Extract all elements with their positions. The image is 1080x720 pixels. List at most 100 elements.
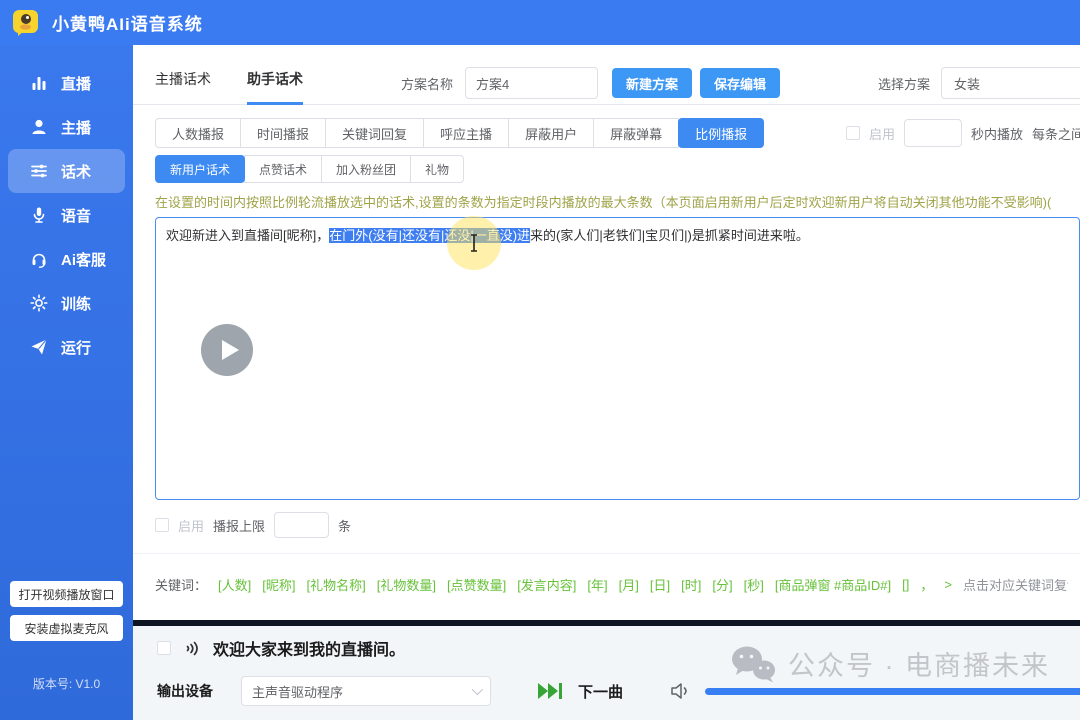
speech-tab-group: 新用户话术 点赞话术 加入粉丝团 礼物 xyxy=(155,155,464,183)
keyword-item[interactable]: > xyxy=(944,577,952,592)
keyword-item[interactable]: ， xyxy=(920,575,933,594)
script-text: 欢迎新进入到直播间[昵称]，在门外(没有|还没有|还没|一直没)进来的(家人们|… xyxy=(166,226,1069,246)
sidebar-item-live[interactable]: 直播 xyxy=(0,61,133,105)
paper-plane-icon xyxy=(30,338,48,356)
tab-keyword-reply[interactable]: 关键词回复 xyxy=(325,118,424,148)
keyword-item[interactable]: [分] xyxy=(712,575,732,594)
plan-name-input[interactable] xyxy=(465,67,598,99)
tab-gift[interactable]: 礼物 xyxy=(410,155,464,183)
chevron-down-icon xyxy=(472,684,483,695)
keyword-item[interactable]: [时] xyxy=(681,575,701,594)
keyword-item[interactable]: [月] xyxy=(619,575,639,594)
section-divider xyxy=(133,553,1080,554)
sidebar-item-label: 运行 xyxy=(61,337,91,358)
sidebar-item-voice[interactable]: 语音 xyxy=(0,193,133,237)
keywords-copy-hint: 点击对应关键词复制 xyxy=(963,575,1068,594)
interval-seconds-input[interactable] xyxy=(904,119,962,147)
keyword-item[interactable]: [昵称] xyxy=(262,575,295,594)
tab-time-broadcast[interactable]: 时间播报 xyxy=(240,118,326,148)
limit-input[interactable] xyxy=(274,512,329,538)
duck-logo-icon xyxy=(12,9,39,36)
keyword-item[interactable]: [秒] xyxy=(744,575,764,594)
sidebar-item-label: Ai客服 xyxy=(61,249,106,270)
sidebar-item-label: 主播 xyxy=(61,117,91,138)
interval-controls: 启用 秒内播放 每条之间间隔 xyxy=(846,119,1080,147)
tab-like-scripts[interactable]: 点赞话术 xyxy=(244,155,322,183)
output-device-value: 主声音驱动程序 xyxy=(252,682,343,701)
tab-block-danmu[interactable]: 屏蔽弹幕 xyxy=(593,118,679,148)
keyword-item[interactable]: [] xyxy=(902,577,909,592)
playback-panel: 欢迎大家来到我的直播间。 输出设备 主声音驱动程序 下一曲 xyxy=(133,626,1080,720)
plan-controls: 方案名称 新建方案 保存编辑 xyxy=(401,67,780,99)
keywords-label: 关键词： xyxy=(155,575,207,594)
save-edit-button[interactable]: 保存编辑 xyxy=(700,68,780,98)
next-track-label[interactable]: 下一曲 xyxy=(578,681,623,702)
output-device-label: 输出设备 xyxy=(157,681,213,701)
tab-ratio-broadcast[interactable]: 比例播报 xyxy=(678,118,764,148)
next-track-icon[interactable] xyxy=(537,682,564,700)
sliders-icon xyxy=(30,162,48,180)
limit-enable-label: 启用 xyxy=(178,516,204,535)
keyword-item[interactable]: [礼物名称] xyxy=(306,575,365,594)
limit-enable-checkbox[interactable] xyxy=(155,518,169,532)
keyword-item[interactable]: [年] xyxy=(587,575,607,594)
volume-slider[interactable] xyxy=(705,688,1080,695)
output-device-select[interactable]: 主声音驱动程序 xyxy=(241,676,491,706)
tab-block-user[interactable]: 屏蔽用户 xyxy=(508,118,594,148)
header-bar: 主播话术 助手话术 方案名称 新建方案 保存编辑 选择方案 女装 xyxy=(133,45,1080,105)
sidebar-item-anchor[interactable]: 主播 xyxy=(0,105,133,149)
script-editor[interactable]: 欢迎新进入到直播间[昵称]，在门外(没有|还没有|还没|一直没)进来的(家人们|… xyxy=(155,217,1080,500)
sidebar-item-label: 话术 xyxy=(61,161,91,182)
sidebar-item-label: 训练 xyxy=(61,293,91,314)
sidebar-item-scripts[interactable]: 话术 xyxy=(8,149,125,193)
user-icon xyxy=(30,118,48,136)
bar-chart-icon xyxy=(30,74,48,92)
tab-join-fanclub[interactable]: 加入粉丝团 xyxy=(321,155,411,183)
select-plan-label: 选择方案 xyxy=(878,74,930,93)
limit-unit: 条 xyxy=(338,516,351,535)
plan-name-label: 方案名称 xyxy=(401,74,453,93)
sidebar-item-run[interactable]: 运行 xyxy=(0,325,133,369)
play-button[interactable] xyxy=(201,324,253,376)
keywords-row: 关键词： [人数] [昵称] [礼物名称] [礼物数量] [点赞数量] [发言内… xyxy=(155,575,1068,594)
sidebar-item-training[interactable]: 训练 xyxy=(0,281,133,325)
plan-select-controls: 选择方案 女装 xyxy=(878,67,1080,99)
sidebar-item-ai-service[interactable]: Ai客服 xyxy=(0,237,133,281)
tab-new-user-scripts[interactable]: 新用户话术 xyxy=(155,155,245,183)
greeting-checkbox[interactable] xyxy=(157,641,171,655)
keyword-item[interactable]: [商品弹窗 #商品ID#] xyxy=(775,575,891,594)
keyword-item[interactable]: [礼物数量] xyxy=(377,575,436,594)
app-title: 小黄鸭AIi语音系统 xyxy=(52,10,203,35)
sidebar-item-label: 语音 xyxy=(61,205,91,226)
sound-wave-icon xyxy=(182,638,202,658)
tab-headcount-broadcast[interactable]: 人数播报 xyxy=(155,118,241,148)
tab-echo-anchor[interactable]: 呼应主播 xyxy=(423,118,509,148)
new-plan-button[interactable]: 新建方案 xyxy=(612,68,692,98)
limit-row: 启用 播报上限 条 xyxy=(155,512,351,538)
interval-enable-label: 启用 xyxy=(869,124,895,143)
keyword-item[interactable]: [点赞数量] xyxy=(447,575,506,594)
instruction-text: 在设置的时间内按照比例轮流播放选中的话术,设置的条数为指定时段内播放的最大条数（… xyxy=(155,192,1080,211)
selected-text: 在门外(没有|还没有|还没|一直没)进 xyxy=(329,228,530,243)
microphone-icon xyxy=(30,206,48,224)
keyword-item[interactable]: [人数] xyxy=(218,575,251,594)
output-row: 输出设备 主声音驱动程序 下一曲 xyxy=(157,676,1080,706)
keyword-item[interactable]: [发言内容] xyxy=(517,575,576,594)
headset-icon xyxy=(30,250,48,268)
limit-label: 播报上限 xyxy=(213,516,265,535)
main-content: 主播话术 助手话术 方案名称 新建方案 保存编辑 选择方案 女装 人数播报 时间… xyxy=(133,45,1080,720)
sidebar-item-label: 直播 xyxy=(61,73,91,94)
script-tabs: 主播话术 助手话术 xyxy=(155,69,303,105)
greeting-row: 欢迎大家来到我的直播间。 xyxy=(157,636,405,660)
speaker-icon[interactable] xyxy=(669,681,691,701)
keyword-item[interactable]: [日] xyxy=(650,575,670,594)
interval-seconds-label: 秒内播放 xyxy=(971,124,1023,143)
tab-anchor-scripts[interactable]: 主播话术 xyxy=(155,69,211,105)
open-video-window-button[interactable]: 打开视频播放窗口 xyxy=(10,581,123,607)
install-virtual-mic-button[interactable]: 安装虚拟麦克风 xyxy=(10,615,123,641)
play-icon xyxy=(201,324,253,376)
plan-select[interactable]: 女装 xyxy=(941,67,1080,99)
interval-enable-checkbox[interactable] xyxy=(846,126,860,140)
plan-select-value: 女装 xyxy=(954,74,980,93)
tab-assistant-scripts[interactable]: 助手话术 xyxy=(247,69,303,105)
